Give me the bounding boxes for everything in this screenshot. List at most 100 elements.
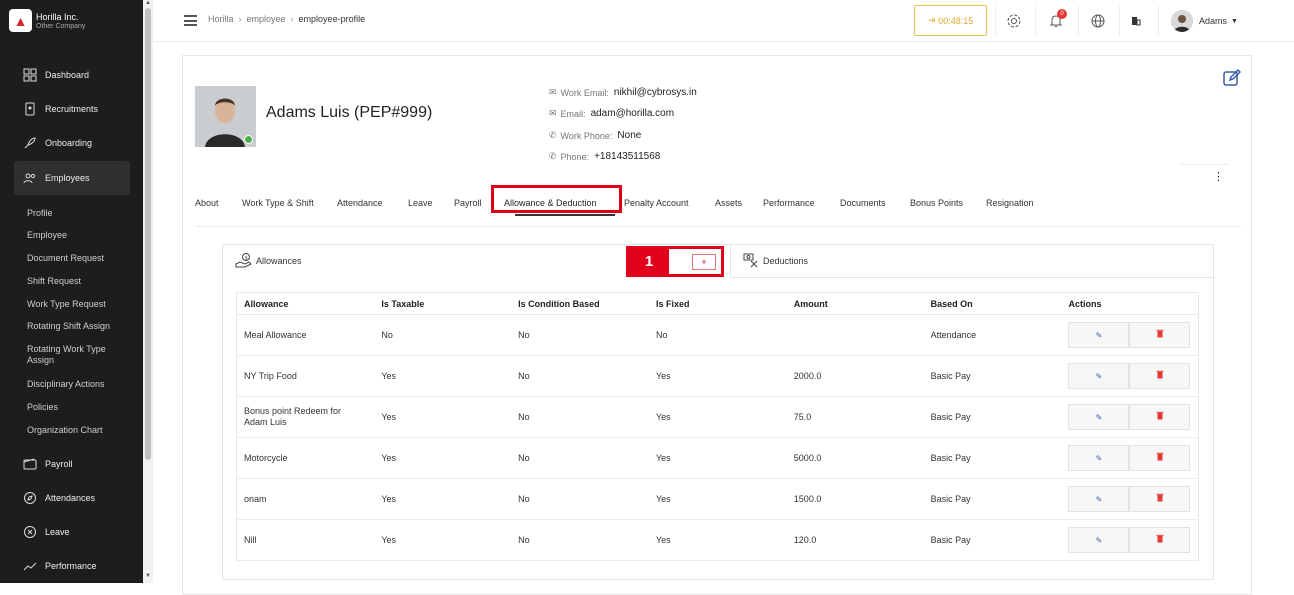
actions-cell: ✎: [1061, 396, 1200, 438]
table-cell: Yes: [374, 478, 512, 520]
table-cell: onam: [236, 478, 375, 520]
phone-icon: ✆: [549, 130, 557, 140]
sidebar-item-attendances[interactable]: Attendances: [14, 481, 130, 515]
sidebar-item-leave[interactable]: Leave: [14, 515, 130, 549]
sidebar-item-onboarding[interactable]: Onboarding: [14, 126, 130, 160]
sidebar-item-label: Onboarding: [45, 138, 93, 148]
sidebar-item-label: Attendances: [45, 493, 96, 503]
tab-work-type-shift[interactable]: Work Type & Shift: [242, 198, 314, 208]
more-options-icon[interactable]: ⋮: [1213, 170, 1224, 183]
edit-allowance-button[interactable]: ✎: [1068, 445, 1130, 471]
sidebar-sub-organization-chart[interactable]: Organization Chart: [27, 425, 127, 436]
edit-allowance-button[interactable]: ✎: [1068, 486, 1130, 512]
divider: [1158, 6, 1159, 36]
tab-assets[interactable]: Assets: [715, 198, 742, 208]
edit-icon: ✎: [1095, 494, 1103, 504]
table-row: NY Trip Food Yes No Yes 2000.0 Basic Pay ✎: [236, 355, 1200, 397]
users-icon: [22, 171, 37, 186]
timer-value: 00:48:15: [938, 15, 974, 26]
edit-allowance-button[interactable]: ✎: [1068, 363, 1130, 389]
allowance-deduction-panel: $ Allowances 1 + Deductions Allowance Is…: [222, 244, 1215, 580]
money-hand-icon: $: [235, 252, 252, 271]
edit-icon: ✎: [1095, 453, 1103, 463]
sidebar-sub-rotating-shift-assign[interactable]: Rotating Shift Assign: [27, 321, 127, 332]
sidebar-item-payroll[interactable]: Payroll: [14, 447, 130, 481]
breadcrumb-separator-icon: ›: [238, 14, 242, 24]
exit-icon: ⇥: [927, 15, 936, 25]
delete-allowance-button[interactable]: [1129, 445, 1191, 471]
contact-work-phone: ✆ Work Phone: None: [549, 130, 642, 141]
delete-allowance-button[interactable]: [1129, 404, 1191, 430]
tab-payroll[interactable]: Payroll: [454, 198, 482, 208]
divider: [995, 6, 996, 36]
table-cell: [786, 314, 924, 356]
notification-bell-icon[interactable]: 0: [1046, 9, 1067, 31]
edit-icon: ✎: [1095, 371, 1103, 381]
sidebar-sub-rotating-work-type-assign[interactable]: Rotating Work Type Assign: [27, 344, 127, 366]
company-switch-icon[interactable]: [1126, 11, 1146, 31]
tab-penalty-account[interactable]: Penalty Account: [624, 198, 689, 208]
delete-allowance-button[interactable]: [1129, 527, 1191, 553]
trash-icon: [1156, 452, 1164, 464]
trash-icon: [1156, 493, 1164, 505]
table-cell: Attendance: [923, 314, 1062, 356]
table-cell: No: [511, 396, 649, 438]
profile-tabs: About Work Type & Shift Attendance Leave…: [195, 191, 1241, 227]
sidebar-sub-disciplinary-actions[interactable]: Disciplinary Actions: [27, 379, 127, 390]
allowances-header[interactable]: $ Allowances: [235, 245, 302, 277]
scroll-up-icon[interactable]: ▲: [145, 0, 151, 6]
dashboard-icon: [22, 68, 37, 83]
scrollbar-thumb[interactable]: [145, 8, 151, 460]
edit-profile-icon[interactable]: [1222, 68, 1242, 92]
scroll-down-icon[interactable]: ▼: [145, 573, 151, 579]
sidebar-sub-policies[interactable]: Policies: [27, 402, 127, 413]
sidebar-sub-shift-request[interactable]: Shift Request: [27, 276, 127, 287]
tab-documents[interactable]: Documents: [840, 198, 886, 208]
table-cell: Yes: [649, 478, 787, 520]
leave-icon: [22, 525, 37, 540]
sidebar-item-label: Employees: [45, 173, 90, 183]
settings-gear-icon[interactable]: [1004, 11, 1024, 31]
tab-performance[interactable]: Performance: [763, 198, 815, 208]
user-menu[interactable]: Adams ▼: [1171, 10, 1238, 32]
sidebar-item-performance[interactable]: Performance: [14, 549, 130, 583]
sidebar-sub-document-request[interactable]: Document Request: [27, 253, 127, 264]
deductions-header[interactable]: Deductions: [742, 245, 808, 277]
breadcrumb-item[interactable]: Horilla: [208, 14, 234, 24]
tab-resignation[interactable]: Resignation: [986, 198, 1034, 208]
deductions-title: Deductions: [763, 256, 809, 266]
tab-bonus-points[interactable]: Bonus Points: [910, 198, 963, 208]
sidebar-item-dashboard[interactable]: Dashboard: [14, 58, 130, 92]
tab-leave[interactable]: Leave: [408, 198, 433, 208]
sidebar-item-employees[interactable]: Employees: [14, 161, 130, 195]
edit-allowance-button[interactable]: ✎: [1068, 404, 1130, 430]
tab-attendance[interactable]: Attendance: [337, 198, 383, 208]
add-allowance-button[interactable]: +: [692, 254, 716, 270]
sidebar-sub-employee[interactable]: Employee: [27, 230, 127, 241]
sidebar-sub-work-type-request[interactable]: Work Type Request: [27, 299, 127, 310]
hamburger-menu-icon[interactable]: [184, 15, 197, 29]
breadcrumb-item[interactable]: employee: [247, 14, 286, 24]
table-row: Motorcycle Yes No Yes 5000.0 Basic Pay ✎: [236, 437, 1200, 479]
tab-about[interactable]: About: [195, 198, 219, 208]
scissors-money-icon: [742, 252, 759, 271]
sidebar-item-label: Performance: [45, 561, 97, 571]
company-brand[interactable]: ▲ Horilla Inc. Other Company: [9, 9, 85, 32]
edit-allowance-button[interactable]: ✎: [1068, 527, 1130, 553]
delete-allowance-button[interactable]: [1129, 486, 1191, 512]
divider: [730, 245, 731, 277]
table-cell: Motorcycle: [236, 437, 375, 479]
sidebar-sub-profile[interactable]: Profile: [27, 208, 127, 219]
column-header: Based On: [923, 292, 1062, 315]
globe-language-icon[interactable]: [1088, 11, 1108, 31]
delete-allowance-button[interactable]: [1129, 322, 1191, 348]
column-header: Amount: [786, 292, 924, 315]
actions-cell: ✎: [1061, 437, 1200, 479]
attendance-timer-button[interactable]: ⇥ 00:48:15: [914, 5, 987, 36]
edit-allowance-button[interactable]: ✎: [1068, 322, 1130, 348]
table-cell: NY Trip Food: [236, 355, 375, 397]
table-cell: No: [511, 437, 649, 479]
sidebar-item-recruitments[interactable]: Recruitments: [14, 92, 130, 126]
sidebar-scrollbar[interactable]: ▲ ▼: [143, 0, 153, 583]
delete-allowance-button[interactable]: [1129, 363, 1191, 389]
